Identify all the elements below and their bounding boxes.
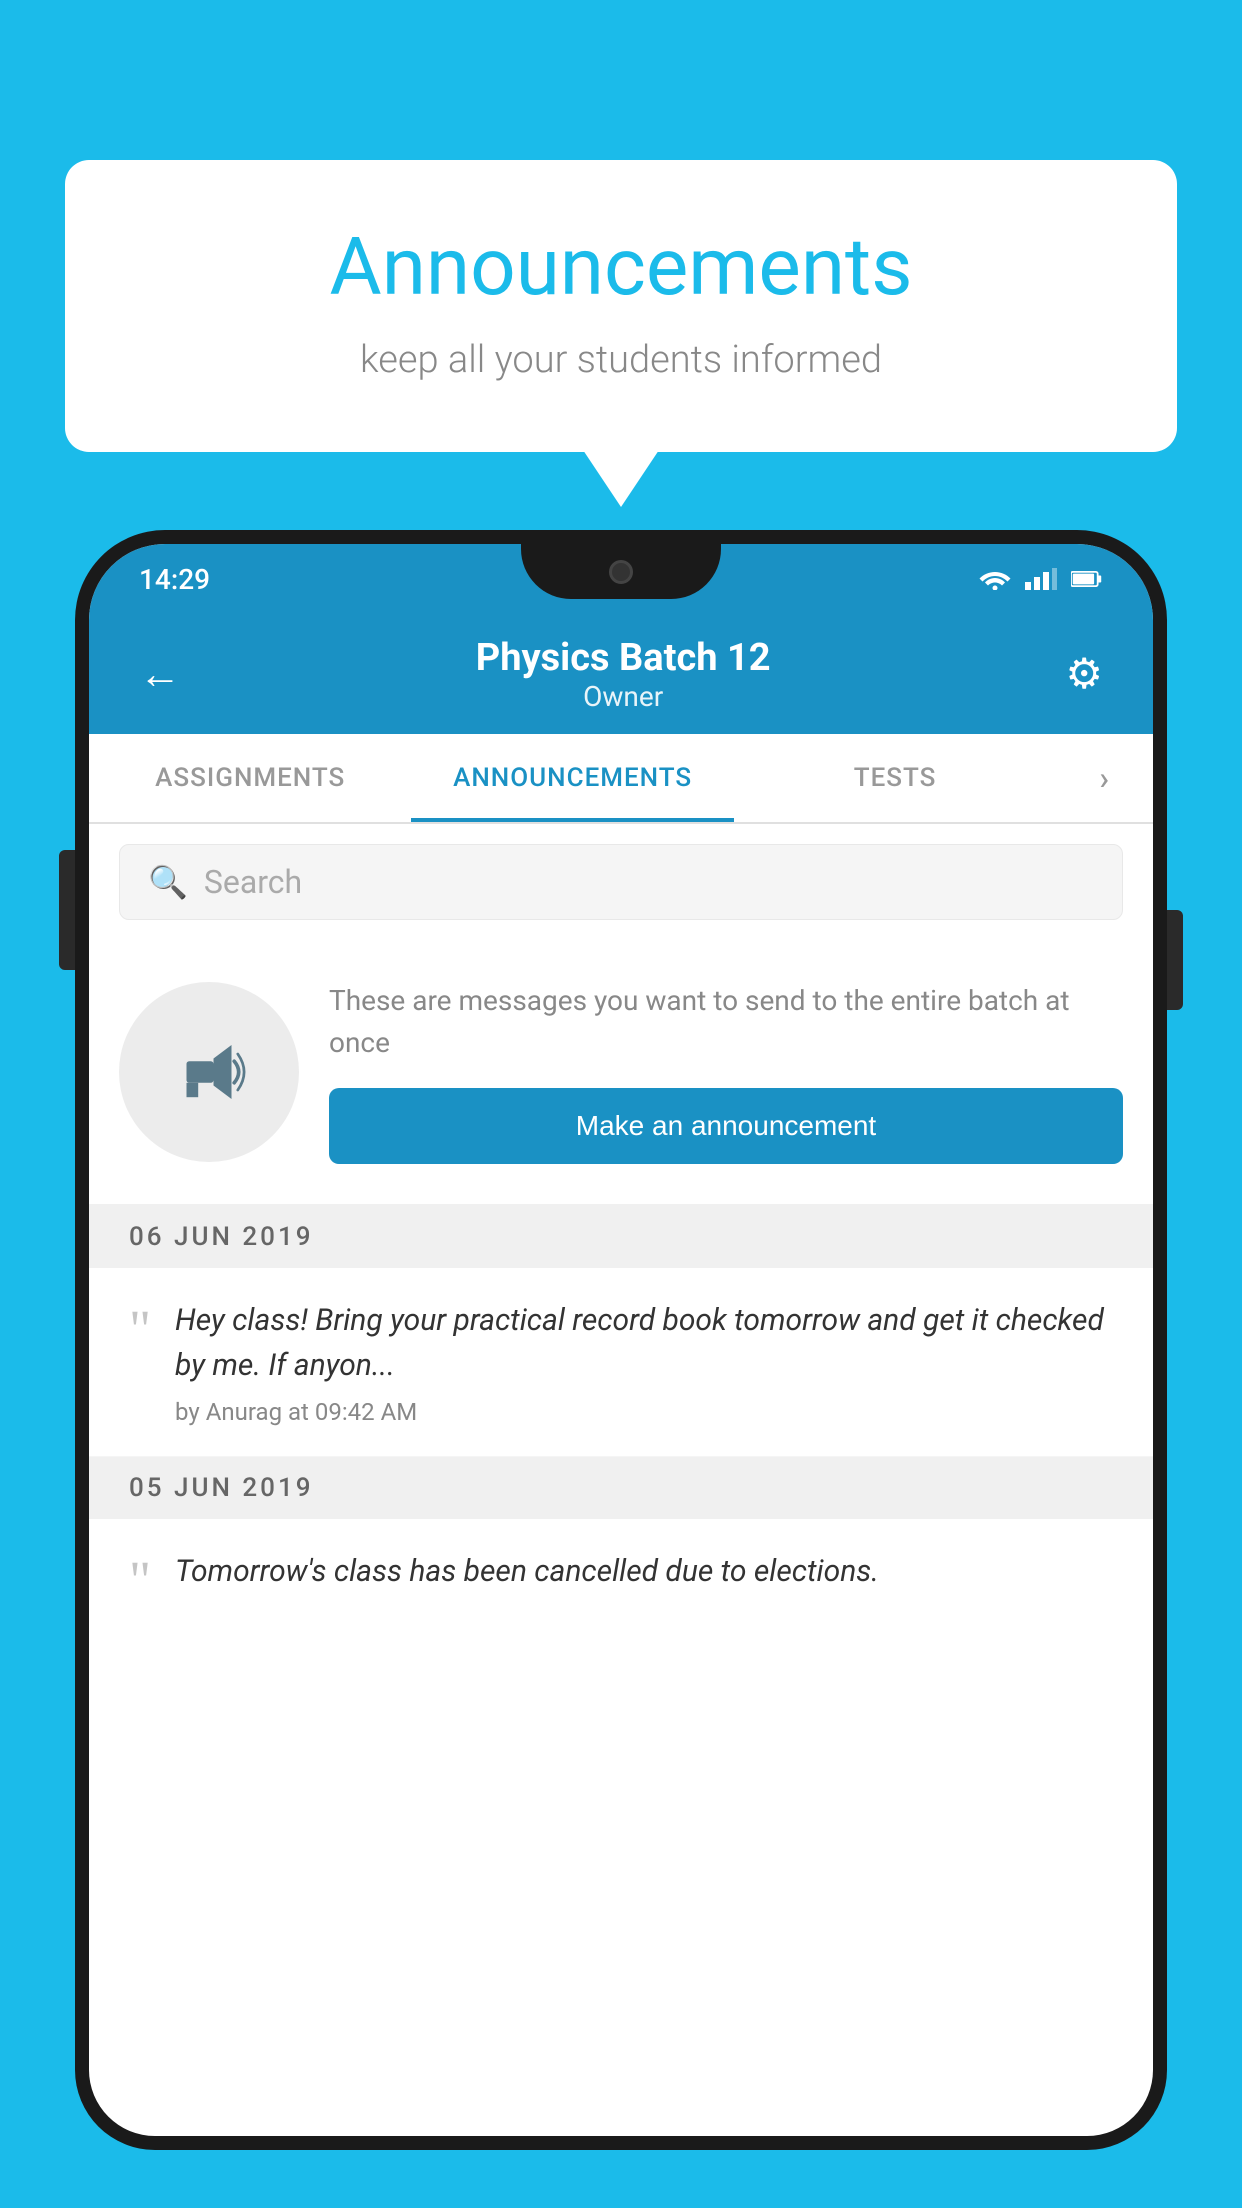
header-title: Physics Batch 12 <box>476 636 771 680</box>
announcement-content-2: Tomorrow's class has been cancelled due … <box>175 1549 1123 1604</box>
announcement-text-2: Tomorrow's class has been cancelled due … <box>175 1549 1123 1594</box>
settings-icon[interactable]: ⚙ <box>1065 649 1103 699</box>
speech-bubble: Announcements keep all your students inf… <box>65 160 1177 452</box>
header-center: Physics Batch 12 Owner <box>476 636 771 713</box>
search-placeholder: Search <box>204 863 302 901</box>
status-icons <box>979 568 1103 590</box>
search-bar[interactable]: 🔍 Search <box>119 844 1123 920</box>
date-label-2: 05 JUN 2019 <box>129 1473 314 1503</box>
date-separator-1: 06 JUN 2019 <box>89 1206 1153 1268</box>
promo-right: These are messages you want to send to t… <box>329 980 1123 1164</box>
notch <box>521 544 721 599</box>
status-bar: 14:29 <box>89 544 1153 614</box>
phone-wrapper: 14:29 <box>75 530 1167 2208</box>
status-time: 14:29 <box>139 563 210 596</box>
tabs-container: ASSIGNMENTS ANNOUNCEMENTS TESTS › <box>89 734 1153 824</box>
announcement-meta-1: by Anurag at 09:42 AM <box>175 1398 1123 1426</box>
phone-screen: 14:29 <box>89 544 1153 2136</box>
date-label-1: 06 JUN 2019 <box>129 1222 314 1252</box>
search-container: 🔍 Search <box>89 824 1153 940</box>
announcement-content-1: Hey class! Bring your practical record b… <box>175 1298 1123 1426</box>
tab-announcements[interactable]: ANNOUNCEMENTS <box>411 734 733 822</box>
bubble-subtitle: keep all your students informed <box>145 338 1097 382</box>
tab-assignments[interactable]: ASSIGNMENTS <box>89 734 411 822</box>
promo-section: These are messages you want to send to t… <box>89 940 1153 1206</box>
tab-tests[interactable]: TESTS <box>734 734 1056 822</box>
signal-icon <box>1025 568 1057 590</box>
camera-dot <box>609 560 633 584</box>
announcement-item-1[interactable]: " Hey class! Bring your practical record… <box>89 1268 1153 1457</box>
battery-icon <box>1071 568 1103 590</box>
announcement-item-2[interactable]: " Tomorrow's class has been cancelled du… <box>89 1519 1153 1627</box>
promo-description: These are messages you want to send to t… <box>329 980 1123 1064</box>
megaphone-icon <box>164 1027 254 1117</box>
back-button[interactable]: ← <box>139 650 181 699</box>
megaphone-circle <box>119 982 299 1162</box>
quote-icon-2: " <box>129 1553 151 1607</box>
announcement-text-1: Hey class! Bring your practical record b… <box>175 1298 1123 1388</box>
search-icon: 🔍 <box>148 863 188 901</box>
date-separator-2: 05 JUN 2019 <box>89 1457 1153 1519</box>
wifi-icon <box>979 568 1011 590</box>
make-announcement-button[interactable]: Make an announcement <box>329 1088 1123 1164</box>
header-subtitle: Owner <box>476 680 771 713</box>
bubble-title: Announcements <box>145 220 1097 314</box>
app-header: ← Physics Batch 12 Owner ⚙ <box>89 614 1153 734</box>
phone-outer: 14:29 <box>75 530 1167 2150</box>
tab-more[interactable]: › <box>1056 734 1153 822</box>
quote-icon-1: " <box>129 1302 151 1356</box>
speech-bubble-container: Announcements keep all your students inf… <box>65 160 1177 452</box>
